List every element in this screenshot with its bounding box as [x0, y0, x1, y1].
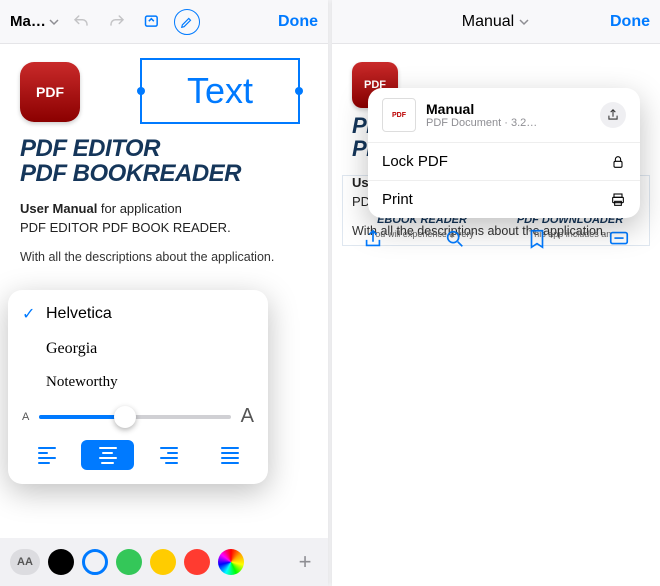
menu-label: Lock PDF: [382, 153, 600, 170]
font-size-slider-row: A A: [8, 399, 268, 434]
color-yellow[interactable]: [150, 549, 176, 575]
bookmark-icon[interactable]: [526, 228, 548, 250]
toolbar: Ma… Done: [0, 0, 328, 44]
menu-print[interactable]: Print: [368, 181, 640, 218]
pdf-app-icon: PDF: [20, 62, 80, 122]
menu-lock-pdf[interactable]: Lock PDF: [368, 143, 640, 181]
doc-description: With all the descriptions about the appl…: [20, 250, 308, 264]
chevron-down-icon: [48, 16, 60, 28]
done-button[interactable]: Done: [610, 13, 650, 31]
doc-description: With all the descriptions about the appl…: [352, 224, 640, 238]
doc-heading: PDF EDITOR PDF BOOKREADER: [20, 136, 308, 186]
alignment-row: [8, 434, 268, 476]
doc-title[interactable]: Manual: [436, 13, 556, 31]
print-icon: [610, 192, 626, 208]
menu-label: Print: [382, 191, 600, 208]
heading-line1: PDF EDITOR: [20, 135, 160, 162]
font-size-slider[interactable]: [39, 415, 230, 419]
undo-button[interactable]: [66, 7, 96, 37]
chevron-down-icon: [518, 16, 530, 28]
share-icon[interactable]: [600, 102, 626, 128]
doc-title-text: Ma…: [10, 13, 46, 30]
menu-doc-title: Manual: [426, 101, 590, 117]
menu-doc-info[interactable]: PDF Manual PDF Document · 3.2…: [368, 88, 640, 143]
small-a-icon: A: [22, 411, 29, 423]
text-style-button[interactable]: AA: [10, 549, 40, 575]
doc-title[interactable]: Ma…: [10, 13, 60, 30]
font-picker-popover: ✓ Helvetica Georgia Noteworthy A A: [8, 290, 268, 484]
color-red[interactable]: [184, 549, 210, 575]
heading-line2: PDF BOOKREADER: [20, 160, 241, 187]
done-button[interactable]: Done: [278, 13, 318, 31]
align-center-button[interactable]: [81, 440, 134, 470]
document-menu-popover: PDF Manual PDF Document · 3.2… Lock PDF …: [368, 88, 640, 218]
slider-knob[interactable]: [114, 406, 136, 428]
color-green[interactable]: [116, 549, 142, 575]
lock-icon: [610, 154, 626, 170]
screenshot-left: Ma… Done PDF Text PDF EDITOR PDF BOOKREA…: [0, 0, 328, 586]
share-icon[interactable]: [362, 228, 384, 250]
color-toolbar: AA +: [0, 538, 328, 586]
font-option-noteworthy[interactable]: Noteworthy: [8, 366, 268, 399]
feature-blurb: You will experience a very: [353, 229, 491, 239]
content-area: PDF PE PDF BOOKREADER User Manual for ap…: [332, 44, 660, 586]
doc-thumbnail-icon: PDF: [382, 98, 416, 132]
font-label: Helvetica: [46, 305, 112, 323]
document-canvas[interactable]: PDF Text PDF EDITOR PDF BOOKREADER User …: [0, 44, 328, 538]
font-option-georgia[interactable]: Georgia: [8, 332, 268, 366]
doc-title-text: Manual: [462, 13, 514, 31]
redo-button[interactable]: [102, 7, 132, 37]
annotate-icon[interactable]: [608, 228, 630, 250]
big-a-icon: A: [241, 405, 254, 428]
font-label: Georgia: [46, 340, 97, 358]
toolbar: Manual Done: [332, 0, 660, 44]
annotate-button[interactable]: [138, 7, 168, 37]
color-picker-wheel[interactable]: [218, 549, 244, 575]
align-right-button[interactable]: [142, 440, 195, 470]
add-shape-button[interactable]: +: [292, 549, 318, 575]
bottom-tabbar: [332, 228, 660, 250]
align-justify-button[interactable]: [203, 440, 256, 470]
align-left-button[interactable]: [20, 440, 73, 470]
font-label: Noteworthy: [46, 374, 118, 391]
selected-text-box[interactable]: Text: [140, 58, 300, 124]
search-icon[interactable]: [444, 228, 466, 250]
color-black[interactable]: [48, 549, 74, 575]
checkmark-icon: ✓: [22, 304, 36, 324]
screenshot-right: Manual Done PDF PE PDF BOOKREADER User M…: [332, 0, 660, 586]
color-blue-selected[interactable]: [82, 549, 108, 575]
doc-subheading: User Manual for application PDF EDITOR P…: [20, 200, 308, 238]
markup-tools-button[interactable]: [174, 9, 200, 35]
menu-doc-subtitle: PDF Document · 3.2…: [426, 117, 590, 129]
font-option-helvetica[interactable]: ✓ Helvetica: [8, 296, 268, 332]
feature-blurb: This app includes an: [501, 229, 639, 239]
